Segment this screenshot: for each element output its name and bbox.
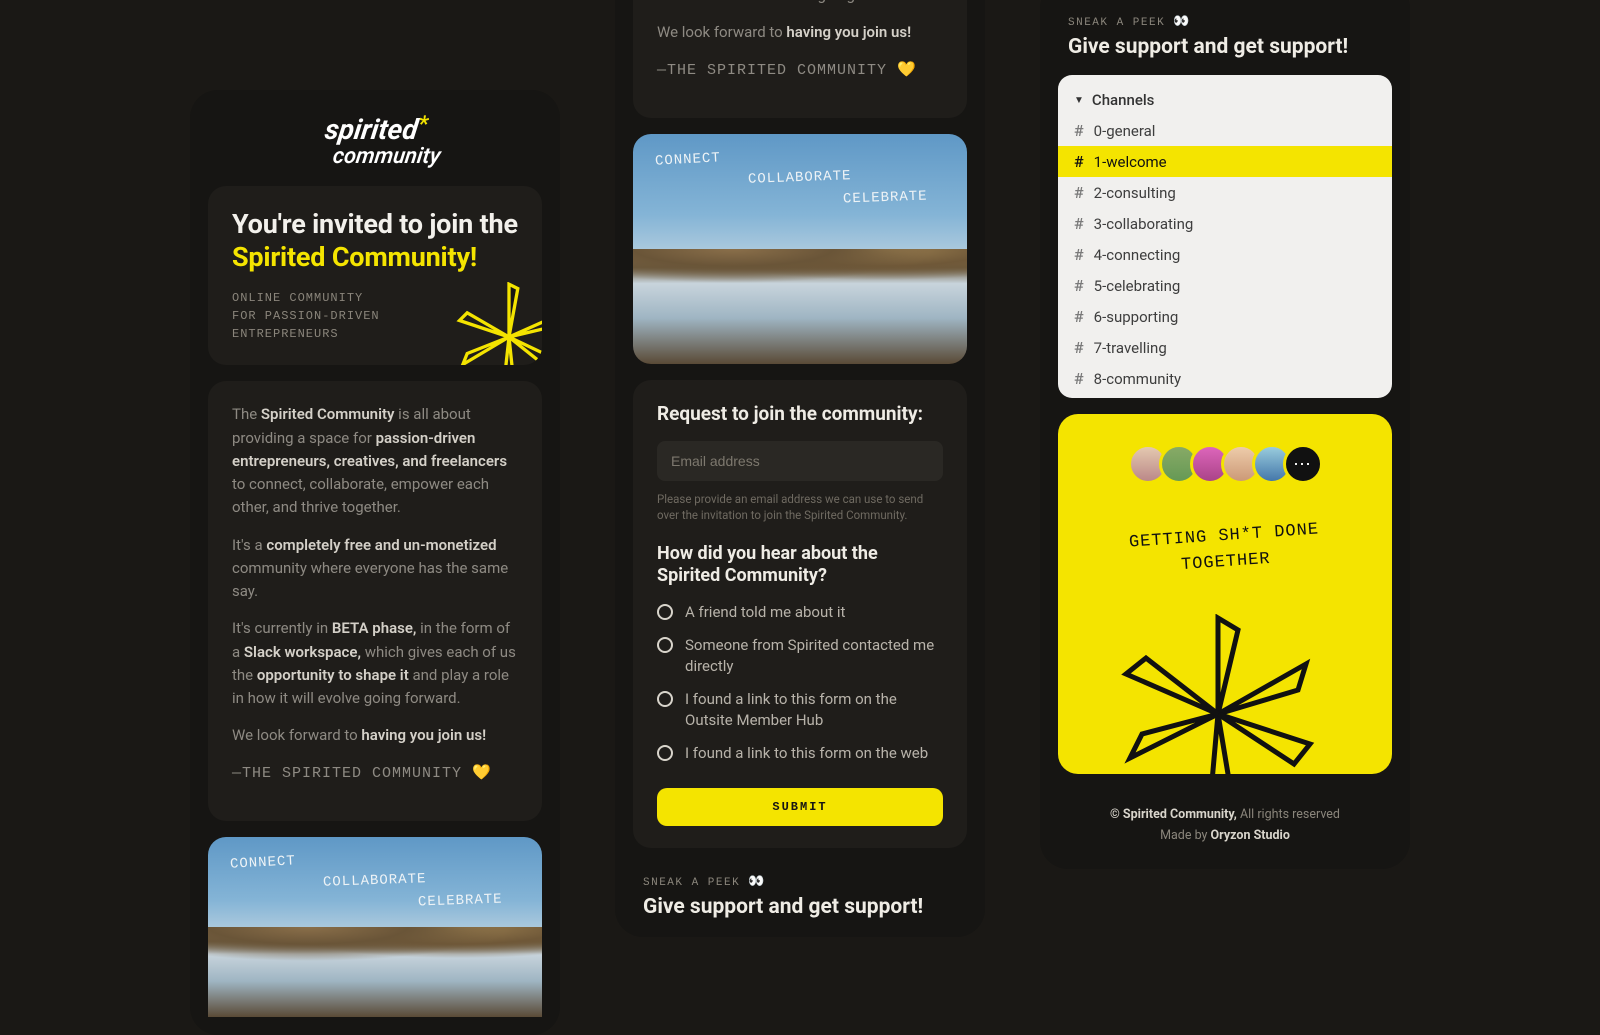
logo-asterisk: * xyxy=(417,116,430,135)
channels-list: ▼ Channels #0-general#1-welcome#2-consul… xyxy=(1058,75,1392,398)
hash-icon: # xyxy=(1074,307,1084,326)
slogan: GETTING SH*T DONETOGETHER xyxy=(1077,514,1374,585)
form-option[interactable]: A friend told me about it xyxy=(657,602,943,623)
form-option[interactable]: Someone from Spirited contacted me direc… xyxy=(657,635,943,677)
heart-icon: 💛 xyxy=(897,62,917,79)
logo-line2: community xyxy=(332,144,443,169)
hero-word-connect: CONNECT xyxy=(230,853,297,872)
sneak-peek-header: SNEAK A PEEK 👀 Give support and get supp… xyxy=(633,864,967,919)
avatar-more: ⋯ xyxy=(1283,444,1323,484)
invite-card: You're invited to join the Spirited Comm… xyxy=(208,186,542,365)
intro-body: The Spirited Community is all about prov… xyxy=(208,381,542,821)
peek-title: Give support and get support! xyxy=(643,895,957,919)
radio-icon xyxy=(657,637,673,653)
form-question: How did you hear about the Spirited Comm… xyxy=(657,543,943,588)
channel-row[interactable]: #4-connecting xyxy=(1058,239,1392,270)
signup-form: Request to join the community: Please pr… xyxy=(633,380,967,848)
logo: spirited* community xyxy=(208,108,542,170)
invite-title: You're invited to join the Spirited Comm… xyxy=(232,208,518,273)
credit-link[interactable]: Oryzon Studio xyxy=(1211,828,1290,843)
channel-row[interactable]: #2-consulting xyxy=(1058,177,1392,208)
device-frame-3: SNEAK A PEEK 👀 Give support and get supp… xyxy=(1040,0,1410,869)
heart-icon: 💛 xyxy=(472,765,492,782)
hash-icon: # xyxy=(1074,121,1084,140)
hash-icon: # xyxy=(1074,183,1084,202)
radio-icon xyxy=(657,691,673,707)
eyes-icon: 👀 xyxy=(748,874,766,889)
eyes-icon: 👀 xyxy=(1173,14,1191,29)
hero-image: CONNECT COLLABORATE CELEBRATE xyxy=(633,134,967,364)
hash-icon: # xyxy=(1074,276,1084,295)
hash-icon: # xyxy=(1074,369,1084,388)
hero-word-connect: CONNECT xyxy=(655,150,722,169)
channel-row[interactable]: #8-community xyxy=(1058,363,1392,394)
hero-image: CONNECT COLLABORATE CELEBRATE xyxy=(208,837,542,1017)
hero-word-celebrate: CELEBRATE xyxy=(843,188,928,207)
form-option[interactable]: I found a link to this form on the Outsi… xyxy=(657,689,943,731)
email-input[interactable] xyxy=(657,441,943,481)
device-frame-2: role in how it will evolve going forward… xyxy=(615,0,985,937)
channels-header[interactable]: ▼ Channels xyxy=(1058,85,1392,115)
channel-row[interactable]: #1-welcome xyxy=(1058,146,1392,177)
hero-word-collaborate: COLLABORATE xyxy=(323,871,427,891)
intro-tail: role in how it will evolve going forward… xyxy=(633,0,967,118)
starburst-icon xyxy=(1118,614,1318,774)
email-hint: Please provide an email address we can u… xyxy=(657,491,943,523)
channel-row[interactable]: #7-travelling xyxy=(1058,332,1392,363)
channel-row[interactable]: #6-supporting xyxy=(1058,301,1392,332)
channel-row[interactable]: #0-general xyxy=(1058,115,1392,146)
footer: © Spirited Community, All rights reserve… xyxy=(1058,790,1392,851)
form-option[interactable]: I found a link to this form on the web xyxy=(657,743,943,764)
promo-card: ⋯ GETTING SH*T DONETOGETHER xyxy=(1058,414,1392,774)
channel-row[interactable]: #5-celebrating xyxy=(1058,270,1392,301)
hash-icon: # xyxy=(1074,338,1084,357)
radio-icon xyxy=(657,745,673,761)
avatar-row: ⋯ xyxy=(1078,444,1372,484)
channel-row[interactable]: #3-collaborating xyxy=(1058,208,1392,239)
starburst-icon xyxy=(454,282,542,365)
hero-word-collaborate: COLLABORATE xyxy=(748,168,852,188)
sneak-peek-header: SNEAK A PEEK 👀 Give support and get supp… xyxy=(1058,10,1392,59)
hash-icon: # xyxy=(1074,152,1084,171)
form-title: Request to join the community: xyxy=(657,402,943,425)
peek-title: Give support and get support! xyxy=(1068,35,1382,59)
logo-line1: spirited xyxy=(323,113,420,146)
submit-button[interactable]: SUBMIT xyxy=(657,788,943,826)
caret-down-icon: ▼ xyxy=(1074,95,1084,106)
hash-icon: # xyxy=(1074,214,1084,233)
radio-icon xyxy=(657,604,673,620)
hero-word-celebrate: CELEBRATE xyxy=(418,891,503,910)
hash-icon: # xyxy=(1074,245,1084,264)
device-frame-1: spirited* community You're invited to jo… xyxy=(190,90,560,1035)
signoff: —THE SPIRITED COMMUNITY 💛 xyxy=(232,762,518,785)
